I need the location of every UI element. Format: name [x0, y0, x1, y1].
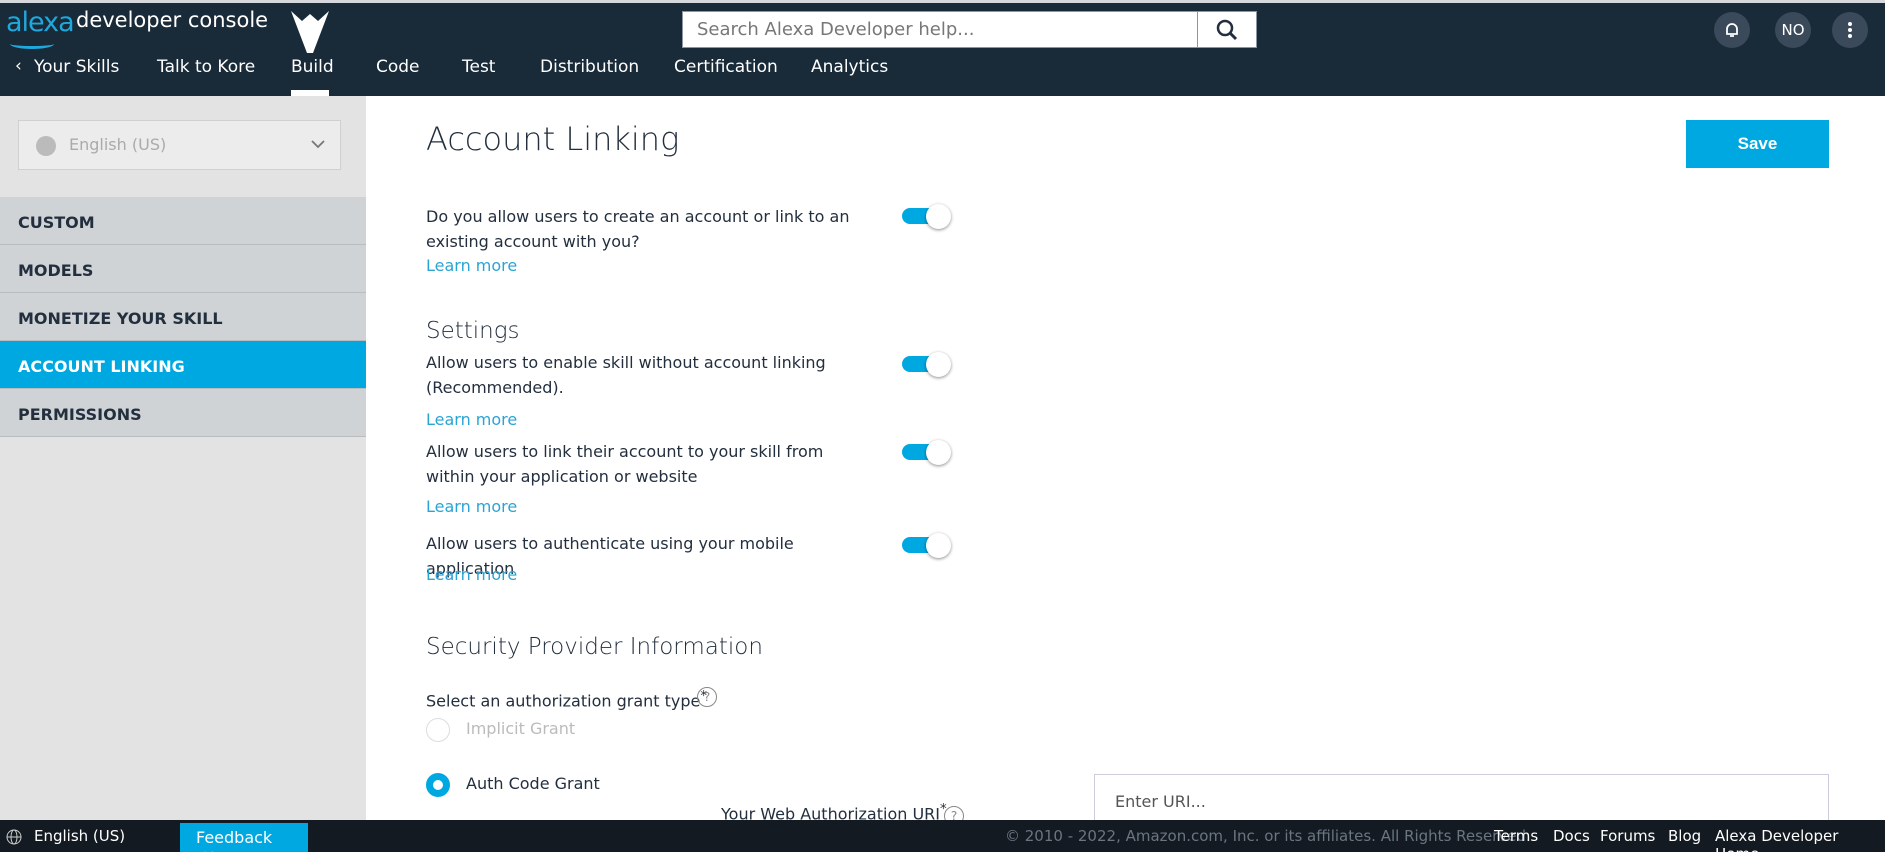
search-placeholder: Search Alexa Developer help... [697, 19, 975, 40]
feedback-label: Feedback [196, 828, 273, 847]
sidebar-item-account-linking[interactable]: ACCOUNT LINKING [0, 341, 366, 389]
setting-label: Allow users to link their account to you… [426, 442, 824, 486]
notifications-button[interactable] [1714, 12, 1750, 48]
save-button[interactable]: Save [1686, 120, 1829, 168]
learn-more-link[interactable]: Learn more [426, 565, 517, 584]
footer-language[interactable]: English (US) [34, 827, 125, 845]
footer: English (US) Feedback ✕ © 2010 - 2022, A… [0, 820, 1885, 866]
search-icon [1216, 19, 1238, 40]
setting-label: Allow users to enable skill without acco… [426, 353, 826, 397]
nav-talk-to-kore[interactable]: Talk to Kore [157, 57, 255, 77]
implicit-grant-label: Implicit Grant [466, 719, 576, 738]
nav-test[interactable]: Test [462, 57, 495, 77]
footer-link-terms[interactable]: Terms [1494, 827, 1538, 845]
account-linking-question: Do you allow users to create an account … [426, 207, 850, 251]
grant-type-text: Select an authorization grant type [426, 691, 701, 711]
account-linking-toggle[interactable] [902, 204, 952, 229]
more-vertical-icon [1848, 22, 1852, 38]
footer-link-developer-home[interactable]: Alexa Developer Home [1715, 827, 1885, 863]
bell-icon [1726, 23, 1738, 37]
learn-more-link[interactable]: Learn more [426, 410, 517, 429]
nav-code[interactable]: Code [376, 57, 420, 77]
security-heading: Security Provider Information [426, 634, 763, 660]
search-button[interactable] [1197, 12, 1256, 47]
more-menu-button[interactable] [1832, 12, 1868, 48]
auth-code-grant-radio[interactable] [426, 773, 450, 797]
nav-build[interactable]: Build [291, 57, 334, 77]
footer-link-blog[interactable]: Blog [1668, 827, 1701, 845]
top-bar: alexa developer console Search Alexa Dev… [0, 0, 1885, 99]
nav-analytics[interactable]: Analytics [811, 57, 888, 77]
avatar[interactable]: NO [1775, 12, 1811, 48]
nav-certification[interactable]: Certification [674, 57, 778, 77]
alexa-logo[interactable]: alexa [6, 7, 75, 38]
feedback-button[interactable]: Feedback ✕ [180, 823, 308, 866]
back-chevron-icon: ‹ [15, 56, 22, 76]
sidebar-item-models[interactable]: MODELS [0, 245, 366, 293]
page-title: Account Linking [426, 120, 680, 158]
nav-distribution[interactable]: Distribution [540, 57, 639, 77]
console-title: developer console [76, 8, 269, 32]
grant-type-label: Select an authorization grant type* [426, 684, 707, 713]
setting-toggle-mobile-auth[interactable] [902, 533, 952, 558]
setting-toggle-without-linking[interactable] [902, 352, 952, 377]
setting-toggle-link-from-app[interactable] [902, 440, 952, 465]
close-icon[interactable]: ✕ [202, 847, 215, 866]
settings-heading: Settings [426, 318, 520, 344]
auth-code-grant-label: Auth Code Grant [466, 774, 600, 793]
footer-link-docs[interactable]: Docs [1553, 827, 1590, 845]
search-input[interactable]: Search Alexa Developer help... [682, 11, 1257, 48]
alexa-smile-icon [10, 39, 54, 49]
footer-link-forums[interactable]: Forums [1600, 827, 1655, 845]
implicit-grant-radio[interactable] [426, 718, 450, 742]
nav-your-skills[interactable]: Your Skills [34, 57, 119, 77]
learn-more-link[interactable]: Learn more [426, 497, 517, 516]
sidebar-item-permissions[interactable]: PERMISSIONS [0, 389, 366, 437]
skill-logo-icon [291, 11, 329, 53]
globe-icon [36, 136, 56, 156]
help-icon[interactable]: ? [697, 687, 717, 707]
copyright: © 2010 - 2022, Amazon.com, Inc. or its a… [1005, 827, 1531, 845]
sidebar-item-monetize[interactable]: MONETIZE YOUR SKILL [0, 293, 366, 341]
chevron-down-icon [311, 140, 325, 149]
globe-icon [6, 829, 22, 845]
language-value: English (US) [69, 135, 167, 154]
sidebar-item-custom[interactable]: CUSTOM [0, 197, 366, 245]
learn-more-link[interactable]: Learn more [426, 256, 517, 275]
language-select[interactable]: English (US) [18, 120, 341, 170]
